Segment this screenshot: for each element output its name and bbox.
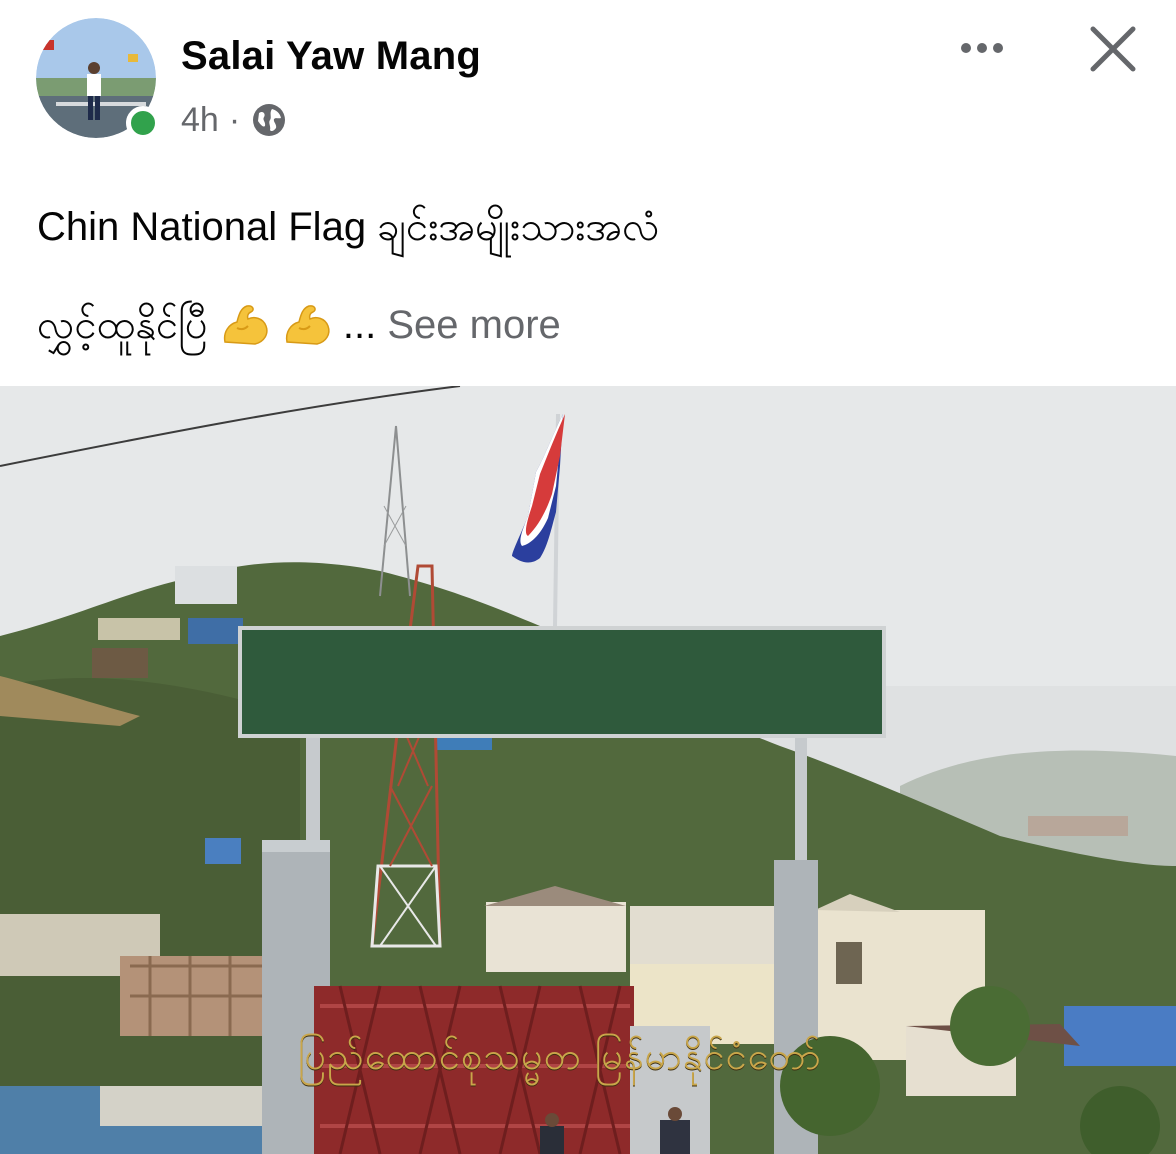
globe-icon[interactable] (250, 101, 288, 139)
post-text-line-2-text: လွှင့်ထူနိုင်ပြီ (37, 303, 208, 347)
more-options-icon[interactable] (952, 28, 1012, 68)
see-more-link[interactable]: See more (387, 303, 560, 347)
post-header: Salai Yaw Mang 4h · (0, 0, 1176, 160)
post-meta: 4h · (181, 98, 288, 142)
close-icon[interactable] (1086, 22, 1140, 76)
post-text-line-2: လွှင့်ထူနိုင်ပြီ ... See more (37, 276, 1137, 374)
online-status-indicator (126, 106, 160, 140)
flexed-biceps-emoji (281, 286, 333, 345)
post-time[interactable]: 4h (181, 101, 219, 140)
meta-separator: · (228, 100, 241, 139)
author-avatar[interactable] (36, 18, 160, 140)
sign-text: ပြည်ထောင်စုသမ္မတ မြန်မာနိုင်ငံတော် (298, 1034, 822, 1078)
author-name[interactable]: Salai Yaw Mang (181, 34, 481, 79)
post-text-line-1: Chin National Flag ချင်းအမျိုးသားအလံ (37, 205, 660, 249)
post-photo[interactable]: ပြည်ထောင်စုသမ္မတ မြန်မာနိုင်ငံတော် (0, 386, 1176, 1154)
text-ellipsis: ... (342, 303, 377, 347)
flexed-biceps-emoji (219, 286, 271, 345)
post-text: Chin National Flag ချင်းအမျိုးသားအလံ လွှ… (37, 178, 1137, 374)
